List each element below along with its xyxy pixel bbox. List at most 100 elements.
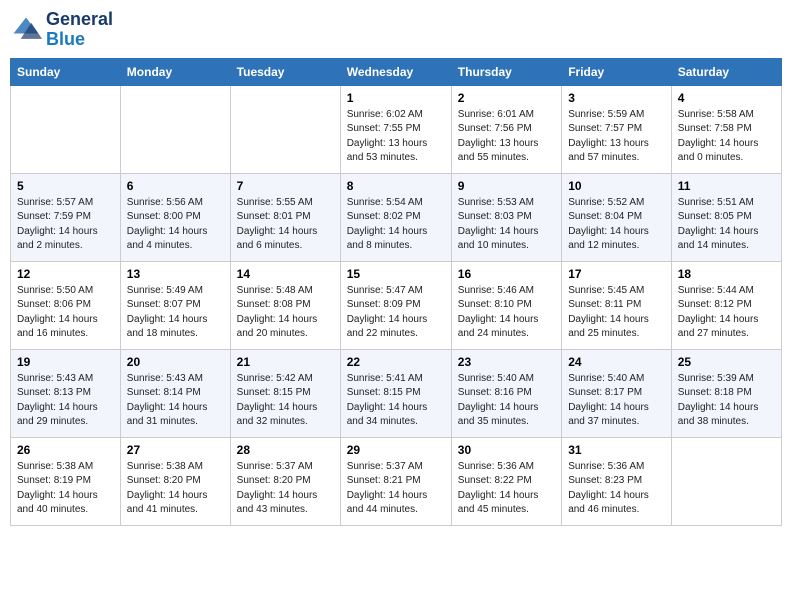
- calendar-cell: 17 Sunrise: 5:45 AM Sunset: 8:11 PM Dayli…: [562, 261, 672, 349]
- calendar-cell: 16 Sunrise: 5:46 AM Sunset: 8:10 PM Dayli…: [451, 261, 561, 349]
- day-number: 30: [458, 443, 555, 457]
- day-info: Sunrise: 5:57 AM Sunset: 7:59 PM Dayligh…: [17, 196, 114, 254]
- column-header-wednesday: Wednesday: [340, 58, 451, 85]
- day-info: Sunrise: 5:36 AM Sunset: 8:22 PM Dayligh…: [458, 460, 555, 518]
- day-number: 27: [127, 443, 224, 457]
- calendar-cell: 20 Sunrise: 5:43 AM Sunset: 8:14 PM Dayli…: [120, 349, 230, 437]
- calendar-cell: 25 Sunrise: 5:39 AM Sunset: 8:18 PM Dayli…: [671, 349, 781, 437]
- column-header-saturday: Saturday: [671, 58, 781, 85]
- calendar-cell: 18 Sunrise: 5:44 AM Sunset: 8:12 PM Dayli…: [671, 261, 781, 349]
- day-info: Sunrise: 5:42 AM Sunset: 8:15 PM Dayligh…: [237, 372, 334, 430]
- day-number: 12: [17, 267, 114, 281]
- day-info: Sunrise: 5:46 AM Sunset: 8:10 PM Dayligh…: [458, 284, 555, 342]
- logo: General Blue: [10, 10, 113, 50]
- day-number: 1: [347, 91, 445, 105]
- calendar-cell: 1Sunrise: 6:02 AM Sunset: 7:55 PM Daylig…: [340, 85, 451, 173]
- calendar-cell: 12 Sunrise: 5:50 AM Sunset: 8:06 PM Dayli…: [11, 261, 121, 349]
- day-number: 3: [568, 91, 665, 105]
- column-header-monday: Monday: [120, 58, 230, 85]
- calendar-table: SundayMondayTuesdayWednesdayThursdayFrid…: [10, 58, 782, 526]
- day-info: Sunrise: 6:01 AM Sunset: 7:56 PM Dayligh…: [458, 108, 555, 166]
- calendar-cell: 4 Sunrise: 5:58 AM Sunset: 7:58 PM Daylig…: [671, 85, 781, 173]
- logo-icon: [10, 14, 42, 46]
- calendar-cell: 7 Sunrise: 5:55 AM Sunset: 8:01 PM Daylig…: [230, 173, 340, 261]
- day-number: 25: [678, 355, 775, 369]
- day-info: Sunrise: 5:38 AM Sunset: 8:19 PM Dayligh…: [17, 460, 114, 518]
- day-number: 10: [568, 179, 665, 193]
- calendar-cell: 23Sunrise: 5:40 AM Sunset: 8:16 PM Dayli…: [451, 349, 561, 437]
- day-info: Sunrise: 5:41 AM Sunset: 8:15 PM Dayligh…: [347, 372, 445, 430]
- calendar-cell: 22 Sunrise: 5:41 AM Sunset: 8:15 PM Dayli…: [340, 349, 451, 437]
- day-number: 26: [17, 443, 114, 457]
- day-number: 19: [17, 355, 114, 369]
- day-info: Sunrise: 5:50 AM Sunset: 8:06 PM Dayligh…: [17, 284, 114, 342]
- day-number: 5: [17, 179, 114, 193]
- calendar-cell: [11, 85, 121, 173]
- day-number: 17: [568, 267, 665, 281]
- day-info: Sunrise: 5:52 AM Sunset: 8:04 PM Dayligh…: [568, 196, 665, 254]
- day-number: 4: [678, 91, 775, 105]
- calendar-cell: 9 Sunrise: 5:53 AM Sunset: 8:03 PM Daylig…: [451, 173, 561, 261]
- day-info: Sunrise: 5:48 AM Sunset: 8:08 PM Dayligh…: [237, 284, 334, 342]
- calendar-cell: [671, 437, 781, 525]
- calendar-cell: 14Sunrise: 5:48 AM Sunset: 8:08 PM Dayli…: [230, 261, 340, 349]
- calendar-header: SundayMondayTuesdayWednesdayThursdayFrid…: [11, 58, 782, 85]
- column-header-thursday: Thursday: [451, 58, 561, 85]
- calendar-cell: 6Sunrise: 5:56 AM Sunset: 8:00 PM Daylig…: [120, 173, 230, 261]
- day-info: Sunrise: 5:56 AM Sunset: 8:00 PM Dayligh…: [127, 196, 224, 254]
- calendar-week-2: 5 Sunrise: 5:57 AM Sunset: 7:59 PM Daylig…: [11, 173, 782, 261]
- column-header-sunday: Sunday: [11, 58, 121, 85]
- day-number: 15: [347, 267, 445, 281]
- day-number: 2: [458, 91, 555, 105]
- calendar-cell: [230, 85, 340, 173]
- calendar-cell: 8Sunrise: 5:54 AM Sunset: 8:02 PM Daylig…: [340, 173, 451, 261]
- day-info: Sunrise: 5:43 AM Sunset: 8:14 PM Dayligh…: [127, 372, 224, 430]
- day-number: 11: [678, 179, 775, 193]
- day-info: Sunrise: 5:54 AM Sunset: 8:02 PM Dayligh…: [347, 196, 445, 254]
- day-number: 7: [237, 179, 334, 193]
- day-number: 13: [127, 267, 224, 281]
- day-number: 20: [127, 355, 224, 369]
- day-info: Sunrise: 5:59 AM Sunset: 7:57 PM Dayligh…: [568, 108, 665, 166]
- calendar-cell: 31 Sunrise: 5:36 AM Sunset: 8:23 PM Dayli…: [562, 437, 672, 525]
- day-info: Sunrise: 5:44 AM Sunset: 8:12 PM Dayligh…: [678, 284, 775, 342]
- day-number: 9: [458, 179, 555, 193]
- calendar-cell: 11 Sunrise: 5:51 AM Sunset: 8:05 PM Dayli…: [671, 173, 781, 261]
- day-info: Sunrise: 5:40 AM Sunset: 8:16 PM Dayligh…: [458, 372, 555, 430]
- day-info: Sunrise: 5:39 AM Sunset: 8:18 PM Dayligh…: [678, 372, 775, 430]
- day-info: Sunrise: 5:45 AM Sunset: 8:11 PM Dayligh…: [568, 284, 665, 342]
- day-info: Sunrise: 5:58 AM Sunset: 7:58 PM Dayligh…: [678, 108, 775, 166]
- calendar-week-3: 12 Sunrise: 5:50 AM Sunset: 8:06 PM Dayli…: [11, 261, 782, 349]
- calendar-cell: 10 Sunrise: 5:52 AM Sunset: 8:04 PM Dayli…: [562, 173, 672, 261]
- day-info: Sunrise: 5:40 AM Sunset: 8:17 PM Dayligh…: [568, 372, 665, 430]
- day-number: 28: [237, 443, 334, 457]
- day-info: Sunrise: 5:38 AM Sunset: 8:20 PM Dayligh…: [127, 460, 224, 518]
- day-number: 24: [568, 355, 665, 369]
- logo-text: General Blue: [46, 10, 113, 50]
- calendar-cell: 21Sunrise: 5:42 AM Sunset: 8:15 PM Dayli…: [230, 349, 340, 437]
- calendar-cell: 19Sunrise: 5:43 AM Sunset: 8:13 PM Dayli…: [11, 349, 121, 437]
- calendar-cell: 2 Sunrise: 6:01 AM Sunset: 7:56 PM Daylig…: [451, 85, 561, 173]
- calendar-cell: 27 Sunrise: 5:38 AM Sunset: 8:20 PM Dayli…: [120, 437, 230, 525]
- day-info: Sunrise: 5:37 AM Sunset: 8:21 PM Dayligh…: [347, 460, 445, 518]
- calendar-cell: 24 Sunrise: 5:40 AM Sunset: 8:17 PM Dayli…: [562, 349, 672, 437]
- day-number: 22: [347, 355, 445, 369]
- day-number: 16: [458, 267, 555, 281]
- calendar-cell: 3 Sunrise: 5:59 AM Sunset: 7:57 PM Daylig…: [562, 85, 672, 173]
- calendar-cell: 13 Sunrise: 5:49 AM Sunset: 8:07 PM Dayli…: [120, 261, 230, 349]
- day-info: Sunrise: 5:55 AM Sunset: 8:01 PM Dayligh…: [237, 196, 334, 254]
- day-number: 31: [568, 443, 665, 457]
- day-number: 18: [678, 267, 775, 281]
- calendar-cell: 28 Sunrise: 5:37 AM Sunset: 8:20 PM Dayli…: [230, 437, 340, 525]
- calendar-cell: [120, 85, 230, 173]
- day-info: Sunrise: 5:51 AM Sunset: 8:05 PM Dayligh…: [678, 196, 775, 254]
- calendar-cell: 26 Sunrise: 5:38 AM Sunset: 8:19 PM Dayli…: [11, 437, 121, 525]
- calendar-week-1: 1Sunrise: 6:02 AM Sunset: 7:55 PM Daylig…: [11, 85, 782, 173]
- calendar-cell: 5 Sunrise: 5:57 AM Sunset: 7:59 PM Daylig…: [11, 173, 121, 261]
- day-info: Sunrise: 5:36 AM Sunset: 8:23 PM Dayligh…: [568, 460, 665, 518]
- day-info: Sunrise: 5:37 AM Sunset: 8:20 PM Dayligh…: [237, 460, 334, 518]
- day-info: Sunrise: 5:53 AM Sunset: 8:03 PM Dayligh…: [458, 196, 555, 254]
- calendar-week-4: 19Sunrise: 5:43 AM Sunset: 8:13 PM Dayli…: [11, 349, 782, 437]
- day-info: Sunrise: 5:49 AM Sunset: 8:07 PM Dayligh…: [127, 284, 224, 342]
- calendar-cell: 29Sunrise: 5:37 AM Sunset: 8:21 PM Dayli…: [340, 437, 451, 525]
